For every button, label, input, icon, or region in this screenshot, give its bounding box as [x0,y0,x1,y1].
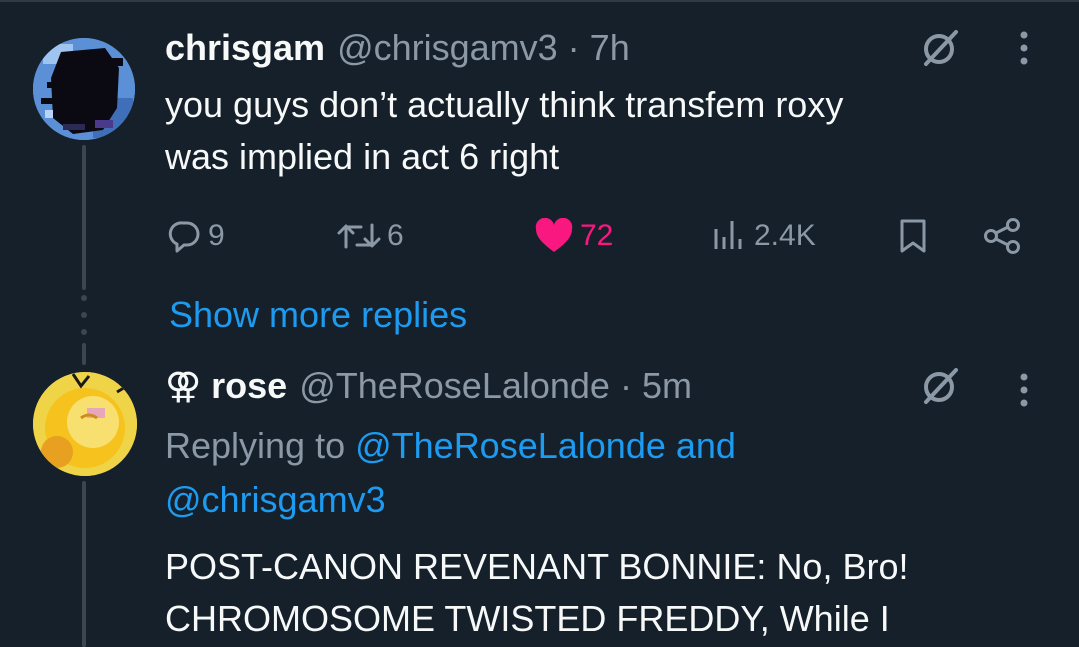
tweet-text-line-1: POST-CANON REVENANT BONNIE: No, Bro! [165,546,909,587]
retweet-icon [337,223,381,249]
avatar[interactable] [33,372,137,476]
tweet-text-line-1: you guys don’t actually think transfem r… [165,84,844,125]
avatar[interactable] [33,38,135,140]
like-count: 72 [580,219,614,252]
display-name[interactable]: ⚢ rose [165,365,287,407]
avatar-image [33,38,135,140]
retweet-count: 6 [387,219,404,252]
display-name[interactable]: chrisgam [165,27,325,69]
bookmark-icon [900,219,926,253]
like-button[interactable]: 72 [534,210,613,262]
show-more-replies-link[interactable]: Show more replies [169,294,467,336]
tweet-header: ⚢ rose @TheRoseLalonde · 5m [165,365,692,407]
grok-slash-icon[interactable] [915,26,965,70]
reply-button[interactable]: 9 [168,210,225,262]
tweet-header: chrisgam @chrisgamv3 · 7h [165,27,630,69]
views-count: 2.4K [754,219,816,252]
more-vertical-icon[interactable] [1009,26,1039,70]
thread-line-2 [82,343,86,365]
thread-line-3 [82,481,86,647]
handle-and-time[interactable]: @TheRoseLalonde · 5m [299,365,692,407]
retweet-button[interactable]: 6 [337,210,404,262]
views-icon [714,221,742,249]
replying-user-link-2[interactable]: @chrisgamv3 [165,474,386,526]
top-divider [0,0,1079,2]
bookmark-button[interactable] [898,210,928,262]
reply-icon [168,221,200,253]
reply-count: 9 [208,219,225,252]
avatar-image [33,372,137,476]
share-button[interactable] [983,210,1021,262]
replying-and-text: and [665,425,736,466]
heart-icon [535,218,573,252]
tweet-text-line-2: was implied in act 6 right [165,136,560,177]
views-button[interactable]: 2.4K [712,210,816,262]
tweet-text-line-2: CHROMOSOME TWISTED FREDDY, While I [165,598,890,639]
replying-to-label: Replying to [165,425,356,466]
more-vertical-icon[interactable] [1009,368,1039,412]
replying-user-link[interactable]: @TheRoseLalonde [355,425,666,466]
thread-dots [80,295,88,335]
handle-and-time[interactable]: @chrisgamv3 · 7h [337,27,630,69]
replying-to-line: Replying to @TheRoseLalonde and [165,420,736,472]
thread-line [82,145,86,290]
grok-slash-icon[interactable] [915,364,965,408]
share-icon [984,218,1020,254]
